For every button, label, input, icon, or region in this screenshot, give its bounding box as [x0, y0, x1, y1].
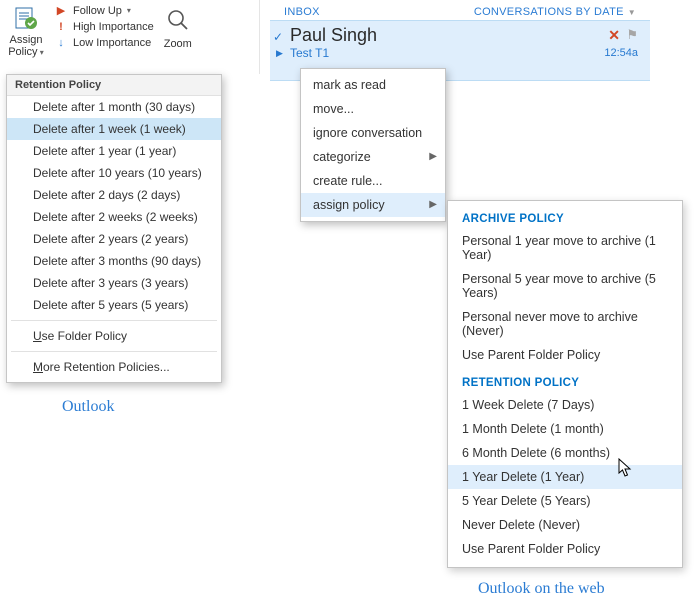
retention-option[interactable]: 5 Year Delete (5 Years)	[448, 489, 682, 513]
retention-option[interactable]: 6 Month Delete (6 months)	[448, 441, 682, 465]
retention-option[interactable]: Delete after 5 years (5 years)	[7, 294, 221, 316]
expand-icon[interactable]: ▶	[276, 48, 283, 59]
retention-option[interactable]: Use Parent Folder Policy	[448, 537, 682, 561]
sort-conversations-button[interactable]: CONVERSATIONS BY DATE ▼	[474, 6, 636, 18]
use-folder-policy[interactable]: Use Folder Policy	[7, 325, 221, 347]
retention-option[interactable]: Delete after 2 weeks (2 weeks)	[7, 206, 221, 228]
retention-option[interactable]: Delete after 1 month (30 days)	[7, 96, 221, 118]
retention-option[interactable]: 1 Week Delete (7 Days)	[448, 393, 682, 417]
outlook-desktop-panel: Assign Policy ▾ ▶ Follow Up ▾ ! High Imp…	[0, 0, 260, 74]
menu-separator	[11, 320, 217, 321]
low-importance-button[interactable]: ↓ Low Importance	[54, 37, 154, 49]
ctx-mark-as-read[interactable]: mark as read	[301, 73, 445, 97]
assign-policy-icon	[11, 4, 41, 32]
mail-list-header: INBOX CONVERSATIONS BY DATE ▼	[270, 0, 650, 20]
high-importance-label: High Importance	[73, 21, 154, 33]
low-importance-label: Low Importance	[73, 37, 151, 49]
chevron-right-icon: ▶	[429, 199, 437, 210]
retention-option[interactable]: Delete after 1 week (1 week)	[7, 118, 221, 140]
archive-policy-header: ARCHIVE POLICY	[448, 209, 682, 229]
ribbon: Assign Policy ▾ ▶ Follow Up ▾ ! High Imp…	[0, 0, 260, 74]
retention-option[interactable]: Delete after 1 year (1 year)	[7, 140, 221, 162]
chevron-down-icon: ▼	[628, 8, 636, 17]
retention-policy-header: RETENTION POLICY	[448, 373, 682, 393]
retention-option[interactable]: 1 Year Delete (1 Year)	[448, 465, 682, 489]
retention-policy-header: Retention Policy	[7, 75, 221, 96]
high-importance-button[interactable]: ! High Importance	[54, 21, 154, 33]
menu-separator	[11, 351, 217, 352]
assign-policy-button[interactable]: Assign Policy ▾	[4, 2, 48, 61]
retention-option[interactable]: 1 Month Delete (1 month)	[448, 417, 682, 441]
archive-option[interactable]: Personal 5 year move to archive (5 Years…	[448, 267, 682, 305]
assign-policy-label: Assign Policy ▾	[8, 34, 44, 59]
chevron-right-icon: ▶	[429, 151, 437, 162]
mail-subject: Test T1	[290, 46, 640, 60]
caption-outlook-web: Outlook on the web	[478, 580, 605, 598]
retention-option[interactable]: Delete after 2 days (2 days)	[7, 184, 221, 206]
retention-option[interactable]: Delete after 3 years (3 years)	[7, 272, 221, 294]
delete-icon[interactable]: ✕	[608, 27, 620, 44]
archive-option[interactable]: Personal 1 year move to archive (1 Year)	[448, 229, 682, 267]
flag-icon: ▶	[54, 4, 68, 17]
retention-option[interactable]: Delete after 2 years (2 years)	[7, 228, 221, 250]
flag-icon[interactable]: ⚑	[626, 27, 638, 43]
retention-option[interactable]: Delete after 3 months (90 days)	[7, 250, 221, 272]
archive-option[interactable]: Use Parent Folder Policy	[448, 343, 682, 367]
ctx-categorize[interactable]: categorize ▶	[301, 145, 445, 169]
ctx-categorize-label: categorize	[313, 150, 371, 164]
archive-option[interactable]: Personal never move to archive (Never)	[448, 305, 682, 343]
sort-label: CONVERSATIONS BY DATE	[474, 6, 624, 18]
ctx-assign-policy[interactable]: assign policy ▶	[301, 193, 445, 217]
check-icon: ✓	[273, 30, 283, 44]
ctx-assign-policy-label: assign policy	[313, 198, 385, 212]
ctx-move[interactable]: move...	[301, 97, 445, 121]
zoom-button[interactable]: Zoom	[164, 2, 192, 50]
caption-outlook: Outlook	[62, 398, 114, 416]
retention-policy-menu: Retention Policy Delete after 1 month (3…	[6, 74, 222, 383]
more-retention-policies[interactable]: More Retention Policies...	[7, 356, 221, 378]
zoom-label: Zoom	[164, 38, 192, 50]
inbox-label: INBOX	[284, 6, 320, 18]
tags-group: ▶ Follow Up ▾ ! High Importance ↓ Low Im…	[54, 2, 154, 49]
follow-up-button[interactable]: ▶ Follow Up ▾	[54, 4, 154, 17]
ctx-ignore-conversation[interactable]: ignore conversation	[301, 121, 445, 145]
high-importance-icon: !	[54, 21, 68, 33]
mail-context-menu: mark as read move... ignore conversation…	[300, 68, 446, 222]
mail-from: Paul Singh	[290, 25, 640, 46]
ctx-create-rule[interactable]: create rule...	[301, 169, 445, 193]
low-importance-icon: ↓	[54, 37, 68, 49]
policy-submenu: ARCHIVE POLICY Personal 1 year move to a…	[447, 200, 683, 568]
follow-up-label: Follow Up	[73, 5, 122, 17]
zoom-icon	[164, 6, 192, 34]
retention-option[interactable]: Never Delete (Never)	[448, 513, 682, 537]
retention-option[interactable]: Delete after 10 years (10 years)	[7, 162, 221, 184]
mail-time: 12:54a	[604, 47, 638, 59]
